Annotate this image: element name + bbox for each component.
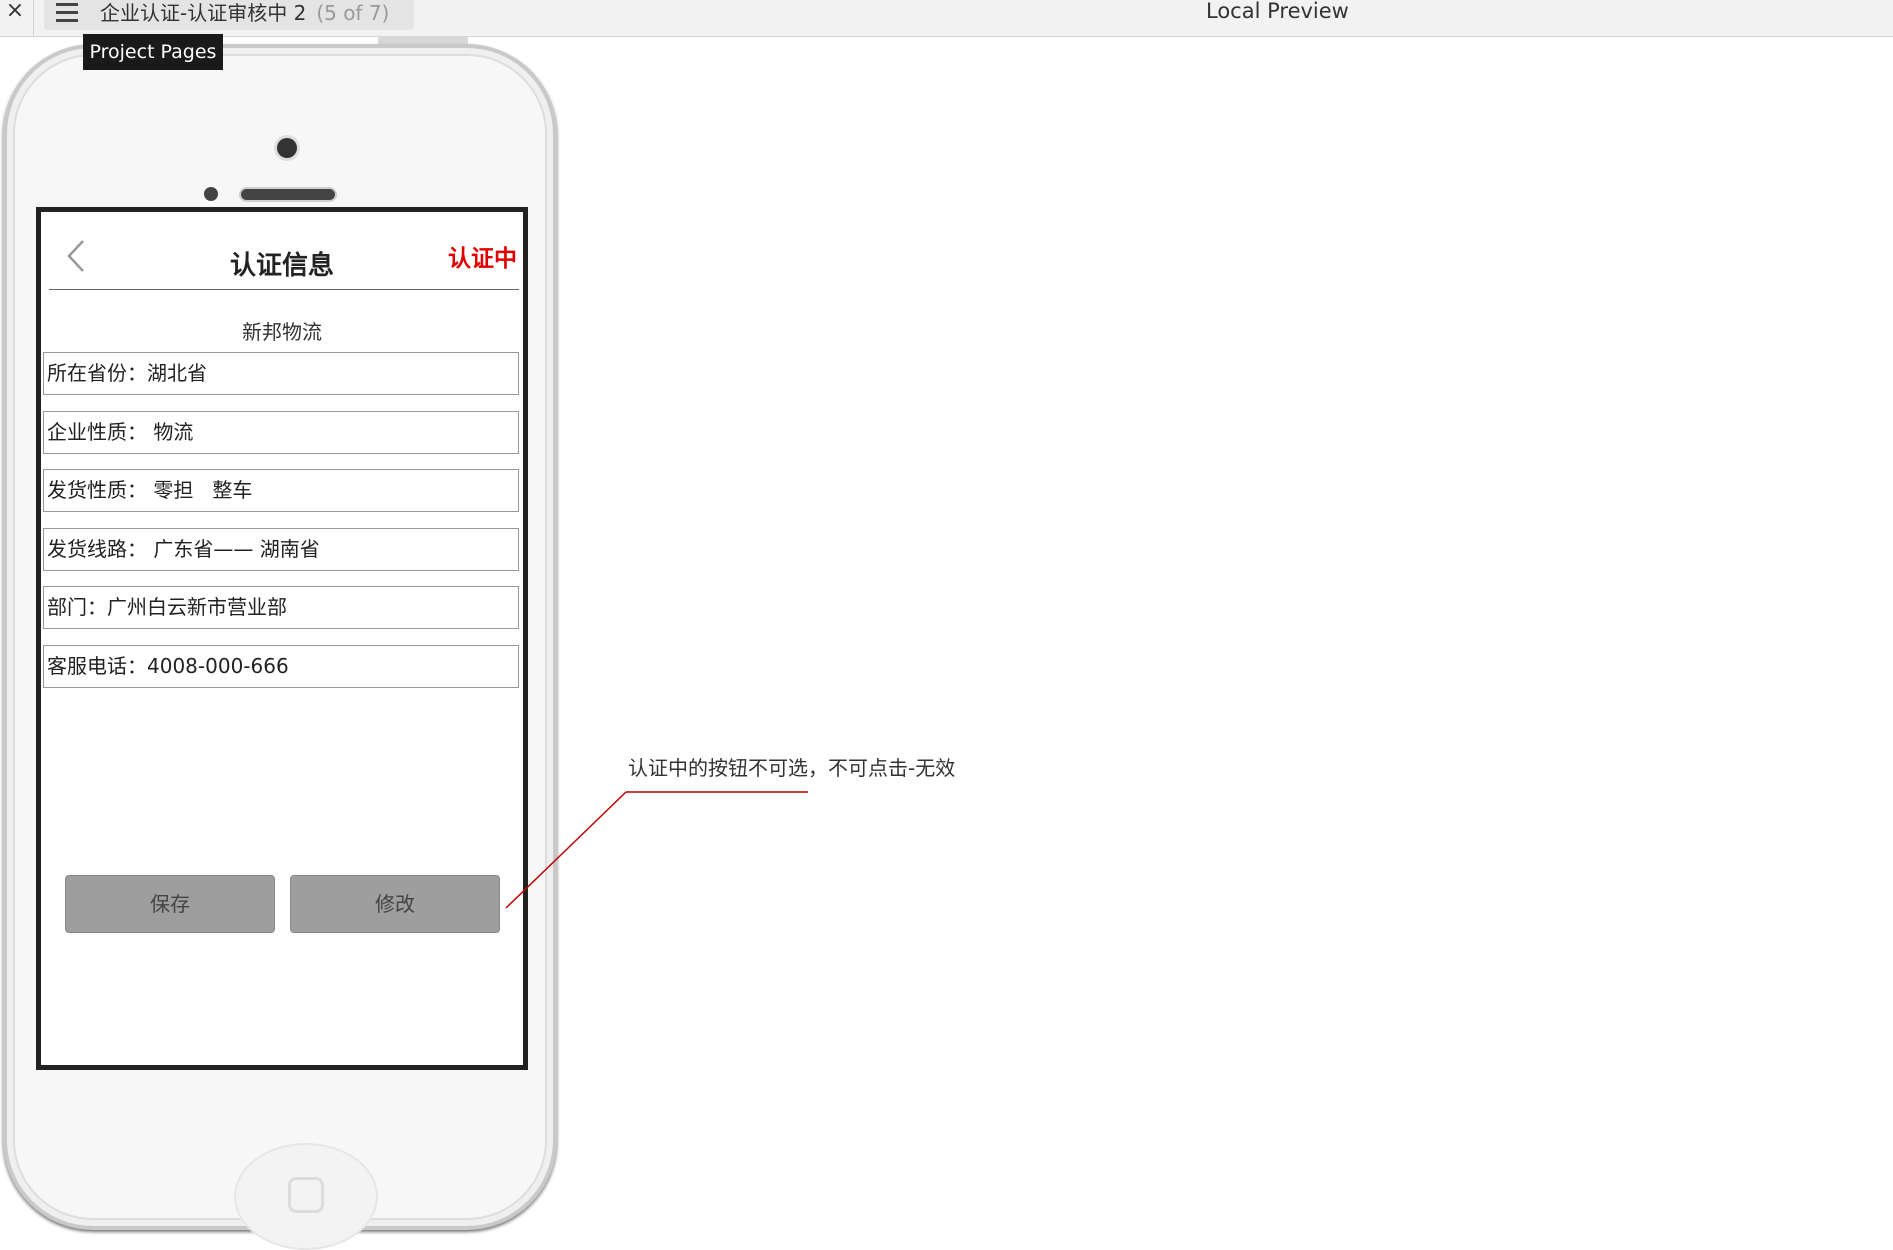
camera-icon	[277, 138, 297, 158]
sensor-icon	[204, 187, 218, 201]
company-name: 新邦物流	[242, 320, 322, 344]
info-row-department: 部门：广州白云新市营业部	[43, 586, 519, 629]
page-title-text: 企业认证-认证审核中 2	[100, 1, 307, 25]
speaker-icon	[241, 189, 335, 200]
header-divider	[49, 289, 519, 290]
page-selector[interactable]: 企业认证-认证审核中 2 (5 of 7)	[44, 0, 414, 30]
info-row-company-type: 企业性质： 物流	[43, 411, 519, 454]
top-toolbar: × 企业认证-认证审核中 2 (5 of 7) Local Preview	[0, 0, 1893, 37]
preview-label: Local Preview	[1206, 0, 1349, 23]
menu-icon[interactable]	[56, 3, 78, 23]
page-title: 企业认证-认证审核中 2 (5 of 7)	[100, 0, 389, 26]
edit-button[interactable]: 修改	[290, 875, 500, 933]
toolbar-divider	[33, 0, 34, 36]
info-row-shipping-route: 发货线路： 广东省—— 湖南省	[43, 528, 519, 571]
home-button[interactable]	[234, 1143, 378, 1250]
close-icon[interactable]: ×	[4, 0, 26, 26]
info-row-service-phone: 客服电话：4008-000-666	[43, 645, 519, 688]
info-row-shipping-type: 发货性质： 零担 整车	[43, 469, 519, 512]
tooltip: Project Pages	[83, 34, 223, 70]
page-count: (5 of 7)	[316, 1, 390, 25]
home-square-icon	[288, 1177, 324, 1213]
info-row-province: 所在省份：湖北省	[43, 352, 519, 395]
save-button[interactable]: 保存	[65, 875, 275, 933]
annotation-note: 认证中的按钮不可选，不可点击-无效	[628, 756, 956, 780]
status-badge: 认证中	[448, 246, 517, 272]
phone-screen: 认证信息 认证中 新邦物流 所在省份：湖北省 企业性质： 物流 发货性质： 零担…	[36, 207, 528, 1070]
